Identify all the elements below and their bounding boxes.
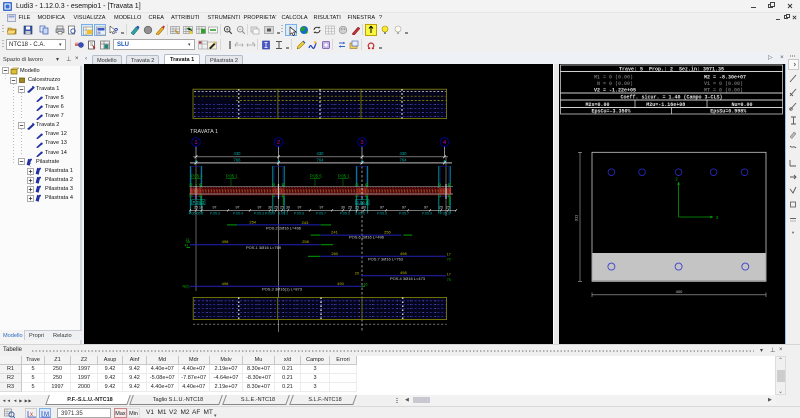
svg-text:P.05.3: P.05.3 — [191, 174, 203, 179]
svg-text:25: 25 — [280, 206, 284, 210]
svg-text:18: 18 — [199, 206, 203, 210]
svg-text:97: 97 — [258, 206, 262, 210]
svg-text:Coeff. sicur. = 1.40 (Campo 3-: Coeff. sicur. = 1.40 (Campo 3-CLS) — [620, 95, 722, 101]
svg-text:20: 20 — [355, 271, 360, 276]
svg-text:P.05.4: P.05.4 — [233, 212, 243, 216]
svg-text:P.05.3: P.05.3 — [254, 212, 264, 216]
svg-text:?: ? — [114, 28, 118, 35]
svg-text:75: 75 — [447, 278, 451, 282]
svg-text:25: 25 — [439, 206, 443, 210]
svg-text:POS.1 3Ø16 L=769: POS.1 3Ø16 L=769 — [246, 245, 282, 250]
svg-text:MT = 0 (0.00): MT = 0 (0.00) — [704, 88, 743, 94]
svg-text:M: M — [44, 412, 49, 418]
svg-text:POS.2 2Ø16 L=496: POS.2 2Ø16 L=496 — [266, 225, 302, 230]
svg-text:243: 243 — [302, 220, 309, 225]
svg-text:P.05.1: P.05.1 — [440, 212, 450, 216]
svg-text:97: 97 — [298, 206, 302, 210]
svg-text:P.05.9: P.05.9 — [377, 212, 387, 216]
svg-text:P.05.1: P.05.1 — [226, 174, 238, 179]
svg-text:97: 97 — [236, 206, 240, 210]
svg-text:M2u=-1.16e+08: M2u=-1.16e+08 — [646, 102, 685, 108]
svg-text:P.05.7: P.05.7 — [316, 212, 326, 216]
svg-text:Trave: 5 Prop.: 2 Sez.in: 39: Trave: 5 Prop.: 2 Sez.in: 3971.35 — [619, 66, 724, 72]
svg-text:30: 30 — [268, 206, 272, 210]
svg-text:Nu=0.00: Nu=0.00 — [731, 102, 752, 108]
svg-text:254: 254 — [249, 219, 256, 224]
svg-text:P.05.9: P.05.9 — [265, 212, 275, 216]
svg-text:17: 17 — [447, 252, 451, 256]
svg-text:311: 311 — [574, 214, 579, 221]
svg-text:N(2): N(2) — [183, 285, 190, 289]
svg-text:05.2: 05.2 — [197, 212, 204, 216]
svg-text:97: 97 — [380, 206, 384, 210]
svg-text:30: 30 — [286, 206, 290, 210]
svg-text:P.05.1: P.05.1 — [338, 174, 350, 179]
svg-text:241: 241 — [331, 229, 338, 234]
svg-text:P.05.7: P.05.7 — [399, 212, 409, 216]
svg-text:M1 = 0 (0.00): M1 = 0 (0.00) — [594, 75, 633, 81]
svg-text:POS.7 3Ø16 L=763: POS.7 3Ø16 L=763 — [368, 257, 404, 262]
svg-text:30: 30 — [362, 206, 366, 210]
svg-text:4: 4 — [443, 140, 446, 146]
svg-text:N = 0 (0.00): N = 0 (0.00) — [594, 81, 633, 87]
svg-text:3: 3 — [360, 140, 363, 146]
svg-text:TRAVATA 1: TRAVATA 1 — [190, 129, 218, 135]
svg-text:430: 430 — [400, 151, 408, 156]
svg-text:498: 498 — [400, 251, 407, 256]
svg-text:2.06.4: 2.06.4 — [357, 200, 369, 205]
svg-text:41: 41 — [185, 244, 189, 248]
svg-text:V2 = -1.22e+05: V2 = -1.22e+05 — [594, 88, 636, 94]
svg-text:97: 97 — [320, 206, 324, 210]
svg-text:70: 70 — [447, 258, 451, 262]
svg-text:P.05.9: P.05.9 — [294, 212, 304, 216]
svg-text:256: 256 — [384, 229, 391, 234]
svg-text:25: 25 — [274, 206, 278, 210]
svg-text:P.05.9: P.05.9 — [340, 212, 350, 216]
svg-text:POS.6 2Ø16 L=496: POS.6 2Ø16 L=496 — [349, 235, 385, 240]
svg-text:97: 97 — [213, 206, 217, 210]
svg-text:430: 430 — [317, 151, 325, 156]
svg-text:25: 25 — [446, 206, 450, 210]
svg-text:POS.4 3Ø16 L=473: POS.4 3Ø16 L=473 — [390, 276, 426, 281]
svg-text:21: 21 — [186, 238, 190, 242]
svg-text:498: 498 — [222, 239, 229, 244]
svg-text:17: 17 — [447, 273, 451, 277]
svg-text:260: 260 — [331, 251, 338, 256]
svg-text:P.05.5: P.05.5 — [310, 174, 322, 179]
svg-text:430: 430 — [234, 151, 242, 156]
svg-text:EpsCu=-3.350%: EpsCu=-3.350% — [591, 109, 630, 115]
svg-text:EpsSu=0.998%: EpsSu=0.998% — [710, 109, 746, 115]
svg-text:POS.3 3Ø16(1) L=873: POS.3 3Ø16(1) L=873 — [262, 287, 303, 292]
svg-text:97: 97 — [402, 206, 406, 210]
svg-text:M2s=0.00: M2s=0.00 — [585, 102, 609, 108]
svg-text:258: 258 — [302, 239, 309, 244]
svg-text:30: 30 — [341, 206, 345, 210]
svg-text:V1 = 0 (0.00): V1 = 0 (0.00) — [704, 81, 743, 87]
svg-text:M2 = -8.30e+07: M2 = -8.30e+07 — [704, 75, 746, 81]
svg-text:x: x — [30, 412, 33, 418]
svg-text:25: 25 — [348, 206, 352, 210]
svg-text:P.05.9: P.05.9 — [422, 212, 432, 216]
svg-text:25: 25 — [355, 206, 359, 210]
svg-text:25: 25 — [194, 206, 198, 210]
svg-text:1: 1 — [194, 140, 197, 146]
svg-text:766: 766 — [234, 157, 242, 162]
svg-text:400: 400 — [676, 289, 683, 294]
svg-text:490: 490 — [337, 281, 344, 286]
svg-text:764: 764 — [400, 157, 408, 162]
svg-text:498: 498 — [222, 281, 229, 286]
svg-text:764: 764 — [317, 157, 325, 162]
svg-text:97: 97 — [424, 206, 428, 210]
svg-text:2.05.0: 2.05.0 — [355, 212, 365, 216]
svg-text:P.05.3: P.05.3 — [210, 212, 220, 216]
svg-text:16: 16 — [364, 282, 368, 286]
svg-text:P.05.3: P.05.3 — [193, 200, 205, 205]
svg-text:2: 2 — [277, 140, 280, 146]
svg-text:498: 498 — [400, 270, 407, 275]
svg-text:4.05: 4.05 — [189, 212, 196, 216]
svg-text:B.05.2: B.05.2 — [278, 212, 288, 216]
